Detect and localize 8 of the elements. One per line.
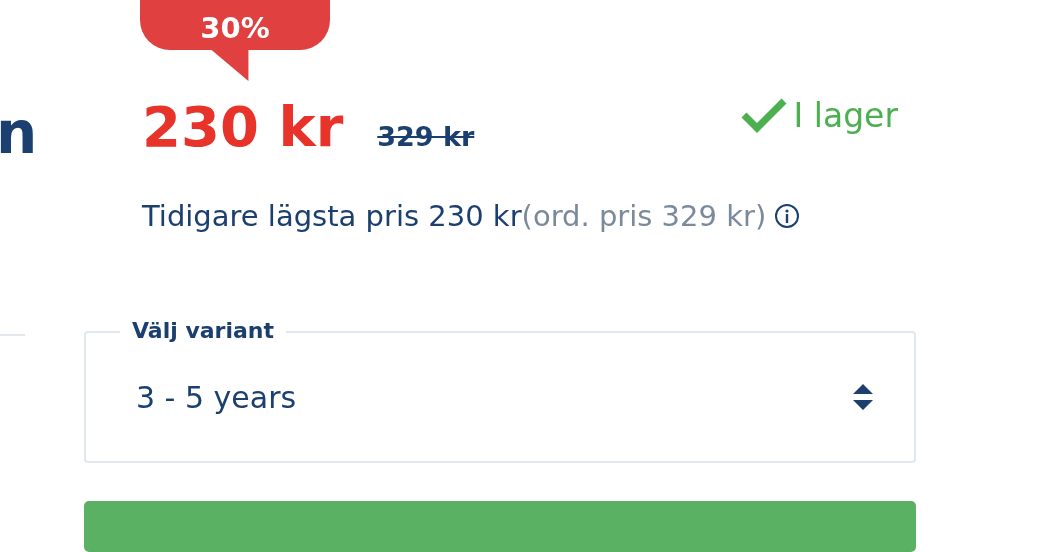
old-price: 329 kr bbox=[377, 121, 475, 153]
stock-status: I lager bbox=[739, 95, 898, 135]
info-icon[interactable] bbox=[774, 203, 801, 230]
lowest-price-text: Tidigare lägsta pris 230 kr(ord. pris 329 kr) bbox=[142, 199, 767, 234]
sale-price: 230 kr bbox=[142, 99, 344, 156]
sort-caret-icon bbox=[852, 382, 874, 413]
product-title: n bbox=[0, 104, 32, 162]
check-icon bbox=[739, 97, 788, 134]
